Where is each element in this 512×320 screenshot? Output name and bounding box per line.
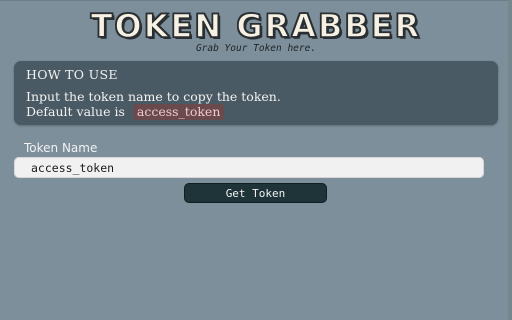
window-top-border [0,0,512,1]
how-to-use-heading: HOW TO USE [26,67,118,82]
how-to-use-card: HOW TO USE Input the token name to copy … [14,61,498,125]
instructions-text-line2: Default value is access_token [26,104,225,120]
token-name-input[interactable] [14,157,484,178]
get-token-button[interactable]: Get Token [184,183,327,203]
app-title: TOKEN GRABBER [90,6,422,46]
default-value-prefix: Default value is [26,104,125,119]
app-subtitle: Grab Your Token here. [195,43,317,54]
instructions-text-line1: Input the token name to copy the token. [26,89,281,104]
token-name-label: Token Name [24,141,98,155]
default-value-badge: access_token [132,104,225,120]
